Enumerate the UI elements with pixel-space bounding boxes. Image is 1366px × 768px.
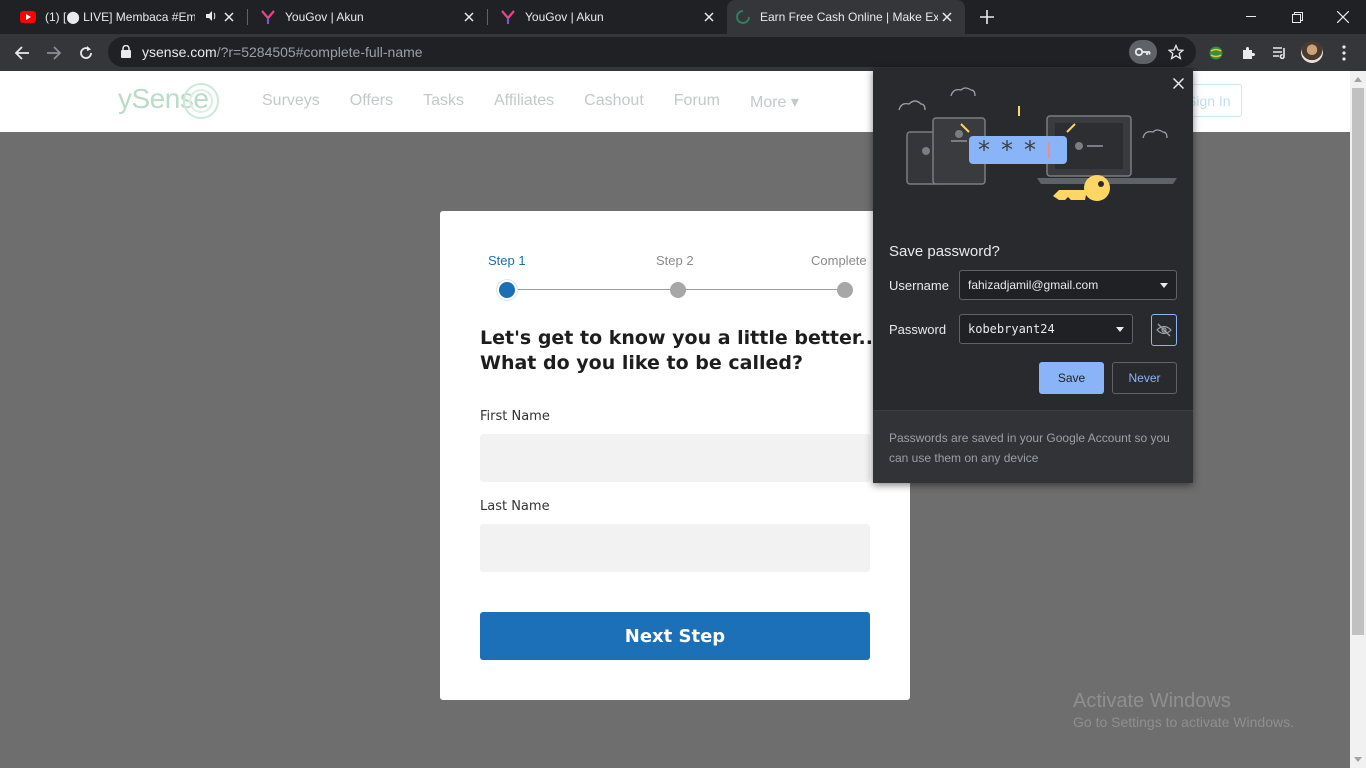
nav-cashout[interactable]: Cashout [584, 92, 644, 112]
close-tab-icon[interactable] [939, 9, 955, 25]
address-bar[interactable]: ysense.com/?r=5284505#complete-full-name [108, 37, 1196, 67]
tab-ysense-active[interactable]: Earn Free Cash Online | Make Ext [727, 0, 965, 34]
footer-note: Passwords are saved in your Google Accou… [889, 431, 1170, 465]
nav-surveys[interactable]: Surveys [262, 92, 320, 112]
password-value: kobebryant24 [968, 322, 1055, 336]
page-scrollbar[interactable] [1350, 71, 1366, 768]
password-illustration: * * * [898, 87, 1177, 201]
url-host: ysense.com [142, 44, 217, 60]
speaker-icon[interactable] [205, 10, 217, 25]
svg-text:*: * [1024, 136, 1036, 164]
media-queue-icon[interactable] [1266, 39, 1294, 67]
activate-windows-title: Activate Windows [1073, 690, 1231, 712]
save-password-dialog: * * * Save password? Username fahizadjam… [873, 68, 1193, 483]
last-name-label: Last Name [480, 499, 550, 514]
extension-globe-icon[interactable] [1202, 39, 1230, 67]
bookmark-star-icon[interactable] [1165, 41, 1187, 63]
nav-tasks[interactable]: Tasks [423, 92, 464, 112]
chevron-down-icon [1116, 327, 1124, 332]
scroll-down-icon[interactable] [1354, 757, 1362, 762]
scroll-up-icon[interactable] [1354, 77, 1362, 82]
svg-text:*: * [978, 136, 990, 164]
loading-icon [735, 9, 751, 25]
yougov-icon [260, 9, 276, 25]
username-select[interactable]: fahizadjamil@gmail.com [959, 270, 1177, 300]
tab-youtube-live[interactable]: (1) [⬤ LIVE] Membaca #Ema [0, 0, 247, 34]
last-name-input[interactable] [480, 524, 870, 572]
back-icon[interactable] [8, 39, 36, 67]
nav-forum[interactable]: Forum [674, 92, 720, 112]
step-2-dot [670, 282, 686, 298]
tab-title: (1) [⬤ LIVE] Membaca #Ema [45, 10, 195, 24]
lock-icon[interactable] [121, 44, 131, 63]
tab-yougov-2[interactable]: YouGov | Akun [488, 0, 727, 34]
step-complete-label: Complete [811, 253, 867, 268]
close-tab-icon[interactable] [461, 9, 477, 25]
tab-title: YouGov | Akun [285, 10, 364, 24]
form-heading: Let's get to know you a little better...… [480, 326, 880, 376]
close-window-icon[interactable] [1320, 0, 1366, 34]
site-nav: Surveys Offers Tasks Affiliates Cashout … [262, 92, 829, 112]
step-progress: Step 1 Step 2 Complete [440, 211, 910, 311]
yougov-icon [500, 9, 516, 25]
username-label: Username [889, 278, 949, 293]
password-label: Password [889, 322, 947, 337]
tab-yougov-1[interactable]: YouGov | Akun [248, 0, 487, 34]
next-step-button[interactable]: Next Step [480, 612, 870, 660]
reload-icon[interactable] [72, 39, 100, 67]
close-tab-icon[interactable] [221, 9, 237, 25]
step-2-label: Step 2 [656, 253, 694, 268]
close-tab-icon[interactable] [701, 9, 717, 25]
scrollbar-thumb[interactable] [1352, 88, 1364, 635]
youtube-icon [20, 9, 36, 25]
tab-title: Earn Free Cash Online | Make Ext [760, 10, 938, 24]
heading-line-2: What do you like to be called? [480, 352, 803, 374]
step-complete-dot [837, 282, 853, 298]
toggle-password-visibility-icon[interactable] [1151, 314, 1177, 346]
password-select[interactable]: kobebryant24 [959, 314, 1133, 344]
signup-card: Step 1 Step 2 Complete Let's get to know… [440, 211, 910, 700]
profile-avatar[interactable] [1301, 41, 1323, 63]
minimize-icon[interactable] [1228, 0, 1274, 34]
restore-icon[interactable] [1274, 0, 1320, 34]
url-text[interactable]: ysense.com/?r=5284505#complete-full-name [142, 44, 423, 60]
save-password-button[interactable]: Save [1039, 362, 1104, 394]
tab-strip: (1) [⬤ LIVE] Membaca #Ema YouGov | Akun … [0, 0, 1366, 34]
new-tab-icon[interactable] [976, 6, 998, 28]
browser-toolbar: ysense.com/?r=5284505#complete-full-name [0, 34, 1366, 71]
nav-more[interactable]: More ▾ [750, 92, 799, 112]
menu-kebab-icon[interactable] [1330, 39, 1358, 67]
url-path: /?r=5284505#complete-full-name [216, 44, 423, 60]
nav-offers[interactable]: Offers [350, 92, 393, 112]
svg-text:*: * [1001, 136, 1013, 164]
chevron-down-icon [1160, 283, 1168, 288]
extensions-puzzle-icon[interactable] [1234, 39, 1262, 67]
forward-icon[interactable] [40, 39, 68, 67]
nav-affiliates[interactable]: Affiliates [494, 92, 554, 112]
tab-title: YouGov | Akun [525, 10, 604, 24]
dialog-title: Save password? [889, 243, 1000, 260]
logo-ring-icon [189, 89, 213, 113]
dialog-footer: Passwords are saved in your Google Accou… [873, 410, 1193, 483]
first-name-input[interactable] [480, 434, 870, 482]
step-1-dot [499, 282, 515, 298]
username-value: fahizadjamil@gmail.com [968, 278, 1099, 292]
first-name-label: First Name [480, 409, 550, 424]
key-icon[interactable] [1129, 40, 1157, 64]
heading-line-1: Let's get to know you a little better... [480, 327, 881, 349]
step-1-label: Step 1 [488, 253, 526, 268]
activate-windows-subtitle: Go to Settings to activate Windows. [1073, 714, 1294, 730]
never-save-button[interactable]: Never [1112, 362, 1177, 394]
